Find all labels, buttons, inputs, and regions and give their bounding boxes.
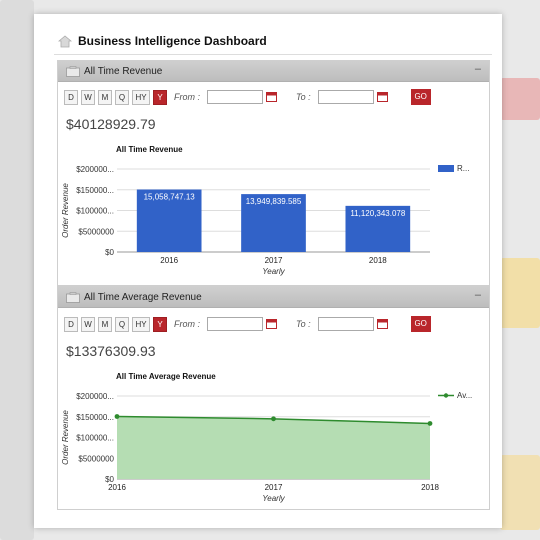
revenue-widget-header: All Time Revenue – xyxy=(58,61,489,82)
period-button-w[interactable]: W xyxy=(81,89,95,105)
bar-value-label: 11,120,343.078 xyxy=(350,209,406,218)
y-tick-label: $200000... xyxy=(76,165,114,174)
bar-value-label: 13,949,839.585 xyxy=(246,197,302,206)
x-tick-label: 2018 xyxy=(369,256,387,265)
y-tick-label: $0 xyxy=(105,248,114,257)
home-icon xyxy=(58,34,72,47)
revenue-toolbar: D W M Q HY Y From : To : GO xyxy=(64,89,431,105)
backdrop-left xyxy=(0,0,34,540)
x-tick-label: 2016 xyxy=(160,256,178,265)
y-tick-label: $5000000 xyxy=(78,454,114,463)
x-axis-label: Yearly xyxy=(262,494,285,503)
calendar-icon[interactable] xyxy=(376,92,388,102)
revenue-widget-title: All Time Revenue xyxy=(84,65,163,77)
collapse-icon[interactable]: – xyxy=(475,289,481,301)
bar-value-label: 15,058,747.13 xyxy=(144,193,196,202)
period-button-q[interactable]: Q xyxy=(115,316,129,332)
to-date-input[interactable] xyxy=(317,317,374,331)
y-tick-label: $100000... xyxy=(76,207,114,216)
to-label: To : xyxy=(296,92,311,102)
x-tick-label: 2017 xyxy=(265,483,283,492)
collapse-icon[interactable]: – xyxy=(475,63,481,75)
backdrop-red-card xyxy=(500,78,540,120)
area-fill xyxy=(117,416,430,479)
x-tick-label: 2016 xyxy=(108,483,126,492)
from-label: From : xyxy=(174,319,200,329)
x-axis-label: Yearly xyxy=(262,267,285,276)
y-tick-label: $5000000 xyxy=(78,227,114,236)
title-divider xyxy=(54,54,492,55)
period-button-q[interactable]: Q xyxy=(115,89,129,105)
revenue-widget: All Time Revenue – D W M Q HY Y From : T… xyxy=(57,60,490,286)
avg-revenue-area-chart: $0$5000000$100000...$150000...$200000...… xyxy=(61,392,439,503)
data-point xyxy=(427,421,433,426)
calendar-icon[interactable] xyxy=(376,319,388,329)
widget-icon xyxy=(66,291,80,303)
revenue-bar-chart: $0 $5000000 $100000... $150000... $200000...… xyxy=(61,165,430,276)
from-date-input[interactable] xyxy=(207,317,263,331)
total-revenue-value: $40128929.79 xyxy=(66,116,156,132)
period-button-hy[interactable]: HY xyxy=(132,89,150,105)
avg-revenue-widget: All Time Average Revenue – D W M Q HY Y … xyxy=(57,286,490,510)
backdrop-yellow-card-2 xyxy=(500,455,540,530)
dashboard-title-text: Business Intelligence Dashboard xyxy=(78,34,267,48)
y-tick-label: $150000... xyxy=(76,186,114,195)
x-tick-label: 2017 xyxy=(265,256,283,265)
to-label: To : xyxy=(296,319,311,329)
to-date-input[interactable] xyxy=(317,90,374,104)
dashboard-panel: Business Intelligence Dashboard All Time… xyxy=(34,14,502,528)
y-tick-label: $100000... xyxy=(76,434,114,443)
y-tick-label: $200000... xyxy=(76,392,114,401)
period-button-d[interactable]: D xyxy=(64,89,78,105)
avg-revenue-toolbar: D W M Q HY Y From : To : GO xyxy=(64,316,431,332)
period-button-y[interactable]: Y xyxy=(153,89,167,105)
y-tick-label: $150000... xyxy=(76,413,114,422)
period-button-y[interactable]: Y xyxy=(153,316,167,332)
widget-icon xyxy=(66,65,80,77)
data-point xyxy=(271,416,276,422)
period-button-d[interactable]: D xyxy=(64,316,78,332)
avg-revenue-value: $13376309.93 xyxy=(66,343,156,359)
calendar-icon[interactable] xyxy=(266,92,277,102)
y-axis-label: Order Revenue xyxy=(61,183,70,238)
chart-title: All Time Revenue xyxy=(116,145,183,154)
y-axis-label: Order Revenue xyxy=(61,410,70,465)
backdrop-yellow-card xyxy=(500,258,540,328)
period-button-w[interactable]: W xyxy=(81,316,95,332)
calendar-icon[interactable] xyxy=(266,319,277,329)
go-button[interactable]: GO xyxy=(410,89,431,105)
period-button-m[interactable]: M xyxy=(98,89,112,105)
avg-revenue-widget-header: All Time Average Revenue – xyxy=(58,287,489,308)
x-tick-label: 2018 xyxy=(421,483,439,492)
go-button[interactable]: GO xyxy=(410,316,431,332)
from-label: From : xyxy=(174,92,200,102)
chart-title: All Time Average Revenue xyxy=(116,372,216,381)
from-date-input[interactable] xyxy=(207,90,263,104)
period-button-m[interactable]: M xyxy=(98,316,112,332)
dashboard-title: Business Intelligence Dashboard xyxy=(58,34,267,48)
data-point xyxy=(114,414,120,419)
avg-revenue-widget-title: All Time Average Revenue xyxy=(84,291,202,303)
period-button-hy[interactable]: HY xyxy=(132,316,150,332)
